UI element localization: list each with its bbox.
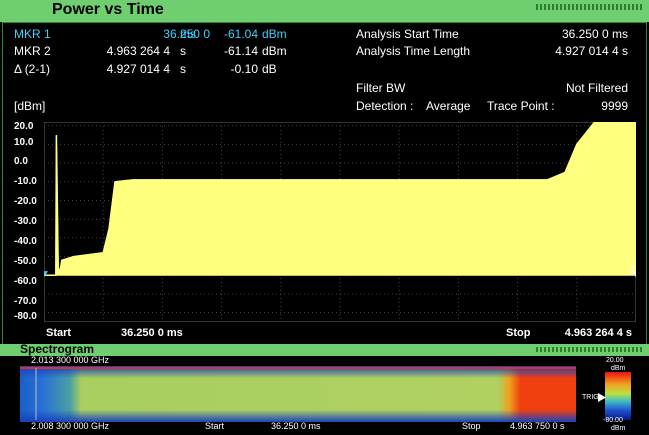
y-tick: -20.0: [14, 196, 37, 207]
analysis-length-label: Analysis Time Length: [356, 44, 471, 58]
detection-label: Detection :: [356, 99, 414, 113]
delta-marker-time: 4.927 014 4: [106, 62, 170, 76]
y-tick: 0.0: [14, 156, 28, 167]
marker-2-name[interactable]: MKR 2: [14, 44, 51, 58]
spectrogram-edges: [20, 366, 576, 422]
spectrogram-start-value: 36.250 0 ms: [271, 421, 321, 431]
delta-marker-level: -0.10: [230, 62, 258, 76]
analysis-start-label: Analysis Start Time: [356, 27, 459, 41]
title-decoration: [536, 4, 642, 10]
marker-1-time-unit: ms: [180, 27, 196, 41]
marker-1-time: 36.250 0: [163, 27, 210, 41]
scale-bottom-unit: dBm: [611, 425, 626, 432]
detection-value: Average: [426, 99, 471, 113]
delta-marker-time-unit: s: [180, 62, 186, 76]
spectrogram-start-label: Start: [205, 421, 225, 431]
trace-point-value: 9999: [601, 99, 628, 113]
marker-1-name[interactable]: MKR 1: [14, 27, 51, 41]
y-unit-label: [dBm]: [14, 99, 46, 113]
spectrogram-title: Spectrogram: [20, 342, 95, 356]
power-vs-time-plot[interactable]: 2: [44, 122, 636, 322]
spectrogram-freq-top: 2.013 300 000 GHz: [31, 355, 110, 365]
y-tick: 10.0: [14, 137, 34, 148]
trig-arrow-icon[interactable]: [598, 393, 606, 402]
marker-1-level: -61.04: [223, 27, 258, 41]
spectrogram-decoration: [536, 347, 642, 352]
scale-bottom-value: -80.00: [603, 417, 623, 424]
delta-marker-level-unit: dB: [262, 62, 277, 76]
marker-2-time-unit: s: [180, 44, 186, 58]
y-tick: -70.0: [14, 296, 37, 307]
window-title: Power vs Time: [52, 1, 164, 18]
x-stop-value: 4.963 264 4 s: [564, 327, 632, 339]
trace-point-label: Trace Point :: [487, 99, 555, 113]
y-tick: -50.0: [14, 256, 37, 267]
y-tick: -40.0: [14, 236, 37, 247]
analysis-length-value: 4.927 014 4 s: [555, 44, 628, 58]
x-start-value: 36.250 0 ms: [121, 327, 183, 339]
y-tick: -60.0: [14, 276, 37, 287]
marker-2-level-unit: dBm: [262, 44, 287, 58]
x-start-label: Start: [46, 327, 72, 339]
delta-marker-name[interactable]: Δ (2-1): [14, 62, 50, 76]
spectrogram-image[interactable]: [20, 366, 576, 422]
filter-bw-value: Not Filtered: [565, 81, 628, 95]
y-tick: -10.0: [14, 176, 37, 187]
scale-top-unit: dBm: [611, 365, 626, 372]
marker-2-label: 2: [630, 265, 635, 275]
spectrogram-stop-value: 4.963 750 0 s: [510, 421, 565, 431]
marker-2-level: -61.14: [223, 44, 258, 58]
x-stop-label: Stop: [506, 327, 531, 339]
scale-top-value: 20.00: [606, 357, 624, 364]
y-tick: -30.0: [14, 216, 37, 227]
spectrogram-stop-label: Stop: [462, 421, 481, 431]
marker-1-level-unit: dBm: [262, 27, 287, 41]
trig-label: TRIG: [582, 394, 599, 401]
analysis-start-value: 36.250 0 ms: [561, 27, 628, 41]
y-tick: 20.0: [14, 121, 34, 132]
filter-bw-label: Filter BW: [356, 81, 406, 95]
spectrogram-freq-bottom: 2.008 300 000 GHz: [31, 421, 110, 431]
y-tick: -80.0: [14, 311, 37, 322]
marker-2-time: 4.963 264 4: [106, 44, 170, 58]
color-scale: [605, 372, 631, 420]
